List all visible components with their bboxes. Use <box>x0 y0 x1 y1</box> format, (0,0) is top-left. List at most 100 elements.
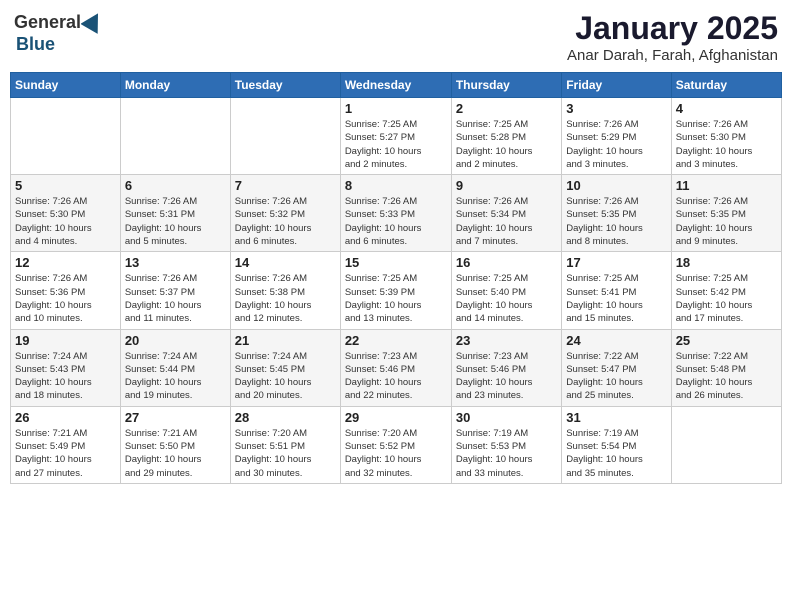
calendar-cell: 28 Sunrise: 7:20 AM Sunset: 5:51 PM Dayli… <box>230 406 340 483</box>
day-info: Sunrise: 7:26 AM Sunset: 5:32 PM Dayligh… <box>235 195 336 248</box>
day-number: 23 <box>456 333 557 348</box>
day-number: 22 <box>345 333 447 348</box>
day-info: Sunrise: 7:26 AM Sunset: 5:37 PM Dayligh… <box>125 272 226 325</box>
calendar-cell: 23 Sunrise: 7:23 AM Sunset: 5:46 PM Dayli… <box>451 329 561 406</box>
day-number: 18 <box>676 255 777 270</box>
day-info: Sunrise: 7:25 AM Sunset: 5:42 PM Dayligh… <box>676 272 777 325</box>
calendar-cell: 22Sunrise: 7:23 AM Sunset: 5:46 PM Dayli… <box>340 329 451 406</box>
day-number: 24 <box>566 333 666 348</box>
day-info: Sunrise: 7:25 AM Sunset: 5:40 PM Dayligh… <box>456 272 557 325</box>
day-info: Sunrise: 7:24 AM Sunset: 5:45 PM Dayligh… <box>235 350 336 403</box>
calendar-cell: 6 Sunrise: 7:26 AM Sunset: 5:31 PM Daylig… <box>120 175 230 252</box>
calendar-cell <box>11 98 121 175</box>
day-number: 9 <box>456 178 557 193</box>
day-info: Sunrise: 7:23 AM Sunset: 5:46 PM Dayligh… <box>456 350 557 403</box>
calendar-cell: 7Sunrise: 7:26 AM Sunset: 5:32 PM Daylig… <box>230 175 340 252</box>
calendar-cell: 14 Sunrise: 7:26 AM Sunset: 5:38 PM Dayli… <box>230 252 340 329</box>
day-info: Sunrise: 7:24 AM Sunset: 5:44 PM Dayligh… <box>125 350 226 403</box>
day-number: 27 <box>125 410 226 425</box>
day-number: 11 <box>676 178 777 193</box>
calendar-cell: 26 Sunrise: 7:21 AM Sunset: 5:49 PM Dayli… <box>11 406 121 483</box>
day-info: Sunrise: 7:19 AM Sunset: 5:53 PM Dayligh… <box>456 427 557 480</box>
day-info: Sunrise: 7:24 AM Sunset: 5:43 PM Dayligh… <box>15 350 116 403</box>
calendar-cell: 27Sunrise: 7:21 AM Sunset: 5:50 PM Dayli… <box>120 406 230 483</box>
calendar-cell: 9 Sunrise: 7:26 AM Sunset: 5:34 PM Daylig… <box>451 175 561 252</box>
day-info: Sunrise: 7:26 AM Sunset: 5:29 PM Dayligh… <box>566 118 666 171</box>
day-info: Sunrise: 7:22 AM Sunset: 5:47 PM Dayligh… <box>566 350 666 403</box>
calendar-cell: 24 Sunrise: 7:22 AM Sunset: 5:47 PM Dayli… <box>562 329 671 406</box>
calendar-cell <box>230 98 340 175</box>
day-info: Sunrise: 7:26 AM Sunset: 5:33 PM Dayligh… <box>345 195 447 248</box>
weekday-header-sunday: Sunday <box>11 73 121 98</box>
calendar-cell: 13 Sunrise: 7:26 AM Sunset: 5:37 PM Dayli… <box>120 252 230 329</box>
day-number: 21 <box>235 333 336 348</box>
calendar-week-row: 26 Sunrise: 7:21 AM Sunset: 5:49 PM Dayli… <box>11 406 782 483</box>
weekday-header-wednesday: Wednesday <box>340 73 451 98</box>
day-info: Sunrise: 7:20 AM Sunset: 5:51 PM Dayligh… <box>235 427 336 480</box>
day-number: 28 <box>235 410 336 425</box>
day-number: 30 <box>456 410 557 425</box>
day-number: 26 <box>15 410 116 425</box>
day-number: 12 <box>15 255 116 270</box>
day-number: 1 <box>345 101 447 116</box>
calendar-cell <box>671 406 781 483</box>
day-number: 31 <box>566 410 666 425</box>
weekday-header-friday: Friday <box>562 73 671 98</box>
calendar-cell: 19 Sunrise: 7:24 AM Sunset: 5:43 PM Dayli… <box>11 329 121 406</box>
weekday-header-tuesday: Tuesday <box>230 73 340 98</box>
calendar-cell: 30 Sunrise: 7:19 AM Sunset: 5:53 PM Dayli… <box>451 406 561 483</box>
day-info: Sunrise: 7:26 AM Sunset: 5:34 PM Dayligh… <box>456 195 557 248</box>
logo: General Blue <box>14 10 105 55</box>
day-number: 14 <box>235 255 336 270</box>
day-number: 13 <box>125 255 226 270</box>
calendar-week-row: 5Sunrise: 7:26 AM Sunset: 5:30 PM Daylig… <box>11 175 782 252</box>
day-info: Sunrise: 7:26 AM Sunset: 5:38 PM Dayligh… <box>235 272 336 325</box>
day-info: Sunrise: 7:20 AM Sunset: 5:52 PM Dayligh… <box>345 427 447 480</box>
day-number: 29 <box>345 410 447 425</box>
day-info: Sunrise: 7:26 AM Sunset: 5:31 PM Dayligh… <box>125 195 226 248</box>
calendar-header-row: SundayMondayTuesdayWednesdayThursdayFrid… <box>11 73 782 98</box>
day-number: 3 <box>566 101 666 116</box>
weekday-header-monday: Monday <box>120 73 230 98</box>
logo-blue-text: Blue <box>16 34 55 55</box>
calendar-week-row: 1 Sunrise: 7:25 AM Sunset: 5:27 PM Daylig… <box>11 98 782 175</box>
day-info: Sunrise: 7:21 AM Sunset: 5:49 PM Dayligh… <box>15 427 116 480</box>
day-number: 5 <box>15 178 116 193</box>
day-number: 2 <box>456 101 557 116</box>
calendar-week-row: 19 Sunrise: 7:24 AM Sunset: 5:43 PM Dayli… <box>11 329 782 406</box>
day-info: Sunrise: 7:26 AM Sunset: 5:30 PM Dayligh… <box>676 118 777 171</box>
logo-arrow-icon <box>81 10 105 34</box>
day-info: Sunrise: 7:22 AM Sunset: 5:48 PM Dayligh… <box>676 350 777 403</box>
day-number: 6 <box>125 178 226 193</box>
calendar-cell: 20 Sunrise: 7:24 AM Sunset: 5:44 PM Dayli… <box>120 329 230 406</box>
day-info: Sunrise: 7:26 AM Sunset: 5:35 PM Dayligh… <box>566 195 666 248</box>
day-info: Sunrise: 7:25 AM Sunset: 5:27 PM Dayligh… <box>345 118 447 171</box>
calendar-cell: 17Sunrise: 7:25 AM Sunset: 5:41 PM Dayli… <box>562 252 671 329</box>
day-number: 15 <box>345 255 447 270</box>
calendar-cell: 12Sunrise: 7:26 AM Sunset: 5:36 PM Dayli… <box>11 252 121 329</box>
calendar-cell: 8Sunrise: 7:26 AM Sunset: 5:33 PM Daylig… <box>340 175 451 252</box>
page-subtitle: Anar Darah, Farah, Afghanistan <box>567 47 778 64</box>
calendar-cell: 3 Sunrise: 7:26 AM Sunset: 5:29 PM Daylig… <box>562 98 671 175</box>
day-info: Sunrise: 7:25 AM Sunset: 5:28 PM Dayligh… <box>456 118 557 171</box>
day-number: 20 <box>125 333 226 348</box>
weekday-header-saturday: Saturday <box>671 73 781 98</box>
day-number: 19 <box>15 333 116 348</box>
calendar-week-row: 12Sunrise: 7:26 AM Sunset: 5:36 PM Dayli… <box>11 252 782 329</box>
title-block: January 2025 Anar Darah, Farah, Afghanis… <box>567 10 778 64</box>
calendar-cell: 4Sunrise: 7:26 AM Sunset: 5:30 PM Daylig… <box>671 98 781 175</box>
calendar-cell: 15Sunrise: 7:25 AM Sunset: 5:39 PM Dayli… <box>340 252 451 329</box>
calendar-cell: 18 Sunrise: 7:25 AM Sunset: 5:42 PM Dayli… <box>671 252 781 329</box>
calendar-cell: 16 Sunrise: 7:25 AM Sunset: 5:40 PM Dayli… <box>451 252 561 329</box>
calendar-cell: 1 Sunrise: 7:25 AM Sunset: 5:27 PM Daylig… <box>340 98 451 175</box>
logo-general-text: General <box>14 12 81 33</box>
calendar-cell: 29 Sunrise: 7:20 AM Sunset: 5:52 PM Dayli… <box>340 406 451 483</box>
calendar-cell: 21 Sunrise: 7:24 AM Sunset: 5:45 PM Dayli… <box>230 329 340 406</box>
calendar-cell: 5Sunrise: 7:26 AM Sunset: 5:30 PM Daylig… <box>11 175 121 252</box>
day-info: Sunrise: 7:25 AM Sunset: 5:41 PM Dayligh… <box>566 272 666 325</box>
calendar-cell: 11Sunrise: 7:26 AM Sunset: 5:35 PM Dayli… <box>671 175 781 252</box>
calendar-cell: 2 Sunrise: 7:25 AM Sunset: 5:28 PM Daylig… <box>451 98 561 175</box>
day-number: 16 <box>456 255 557 270</box>
calendar-cell <box>120 98 230 175</box>
calendar-cell: 25Sunrise: 7:22 AM Sunset: 5:48 PM Dayli… <box>671 329 781 406</box>
